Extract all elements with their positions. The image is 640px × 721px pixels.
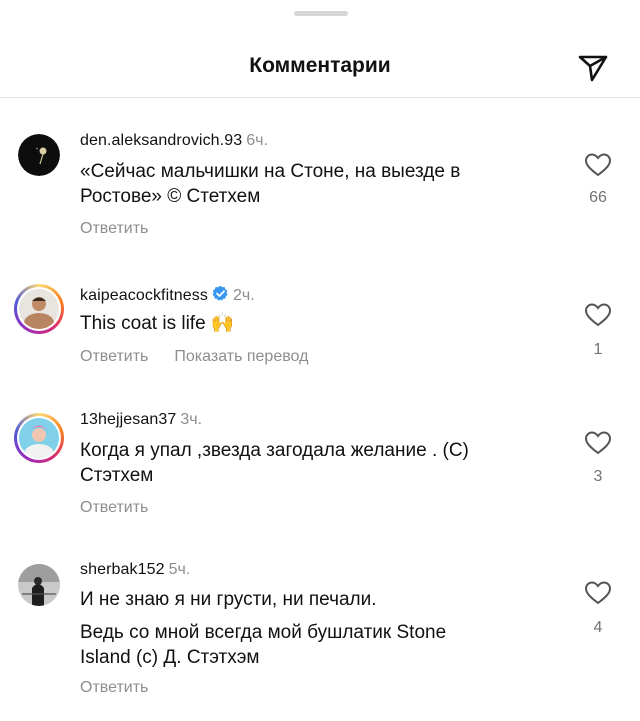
- comment-line: Когда я упал ,звезда загодала желание . …: [80, 440, 469, 461]
- comment-actions: Ответить: [80, 499, 174, 517]
- timestamp: 2ч.: [233, 287, 255, 304]
- username[interactable]: sherbak152: [80, 561, 165, 578]
- sheet-grabber[interactable]: [294, 11, 348, 16]
- comments-header: Комментарии: [0, 40, 640, 96]
- heart-icon[interactable]: [584, 302, 612, 328]
- comment-line: This coat is life 🙌: [80, 313, 235, 334]
- comment-meta: den.aleksandrovich.93 6ч.: [80, 132, 268, 150]
- comment-line: Island (с) Д. Стэтхэм: [80, 647, 260, 668]
- comment-text: This coat is life 🙌: [80, 311, 550, 336]
- comment-meta: sherbak152 5ч.: [80, 561, 190, 579]
- story-ring: [17, 416, 61, 460]
- comment-line: И не знаю я ни грусти, ни печали.: [80, 589, 377, 610]
- avatar[interactable]: [14, 413, 64, 463]
- translate-button[interactable]: Показать перевод: [174, 348, 308, 365]
- username[interactable]: kaipeacockfitness: [80, 287, 208, 304]
- username[interactable]: den.aleksandrovich.93: [80, 132, 242, 149]
- avatar[interactable]: [18, 564, 60, 606]
- comment-meta: kaipeacockfitness 2ч.: [80, 285, 255, 307]
- comment-meta: 13hejjesan37 3ч.: [80, 411, 202, 429]
- like-count: 1: [593, 341, 603, 358]
- timestamp: 5ч.: [168, 561, 191, 578]
- like-count: 3: [593, 468, 603, 485]
- verified-badge-icon: [212, 285, 229, 307]
- page-title: Комментарии: [249, 54, 391, 77]
- reply-button[interactable]: Ответить: [80, 348, 148, 365]
- comment-line: Стэтхем: [80, 465, 154, 486]
- reply-button[interactable]: Ответить: [80, 679, 148, 696]
- comment-line: «Сейчас мальчишки на Стоне, на выезде в: [80, 161, 461, 182]
- story-ring: [17, 287, 61, 331]
- heart-icon[interactable]: [584, 430, 612, 456]
- comment-line: Ведь со мной всегда мой бушлатик Stone: [80, 622, 447, 643]
- heart-icon[interactable]: [584, 580, 612, 606]
- timestamp: 6ч.: [246, 132, 268, 149]
- comment-text: И не знаю я ни грусти, ни печали. Ведь с…: [80, 587, 550, 670]
- comment-line: Ростове» © Стетхем: [80, 186, 261, 207]
- comment-text: «Сейчас мальчишки на Стоне, на выезде в …: [80, 159, 550, 209]
- comment-actions: Ответить: [80, 220, 174, 238]
- reply-button[interactable]: Ответить: [80, 220, 148, 237]
- comment-text: Когда я упал ,звезда загодала желание . …: [80, 438, 550, 488]
- header-divider: [0, 97, 640, 98]
- heart-icon[interactable]: [584, 152, 612, 178]
- like-count: 4: [593, 619, 603, 636]
- avatar-image: [19, 418, 59, 458]
- avatar[interactable]: [14, 284, 64, 334]
- username[interactable]: 13hejjesan37: [80, 411, 176, 428]
- comment-actions: Ответить: [80, 679, 174, 697]
- avatar[interactable]: [18, 134, 60, 176]
- like-count: 66: [589, 189, 607, 206]
- timestamp: 3ч.: [180, 411, 203, 428]
- avatar-image: [19, 289, 59, 329]
- comment-actions: Ответить Показать перевод: [80, 348, 334, 366]
- reply-button[interactable]: Ответить: [80, 499, 148, 516]
- send-icon[interactable]: [574, 48, 612, 86]
